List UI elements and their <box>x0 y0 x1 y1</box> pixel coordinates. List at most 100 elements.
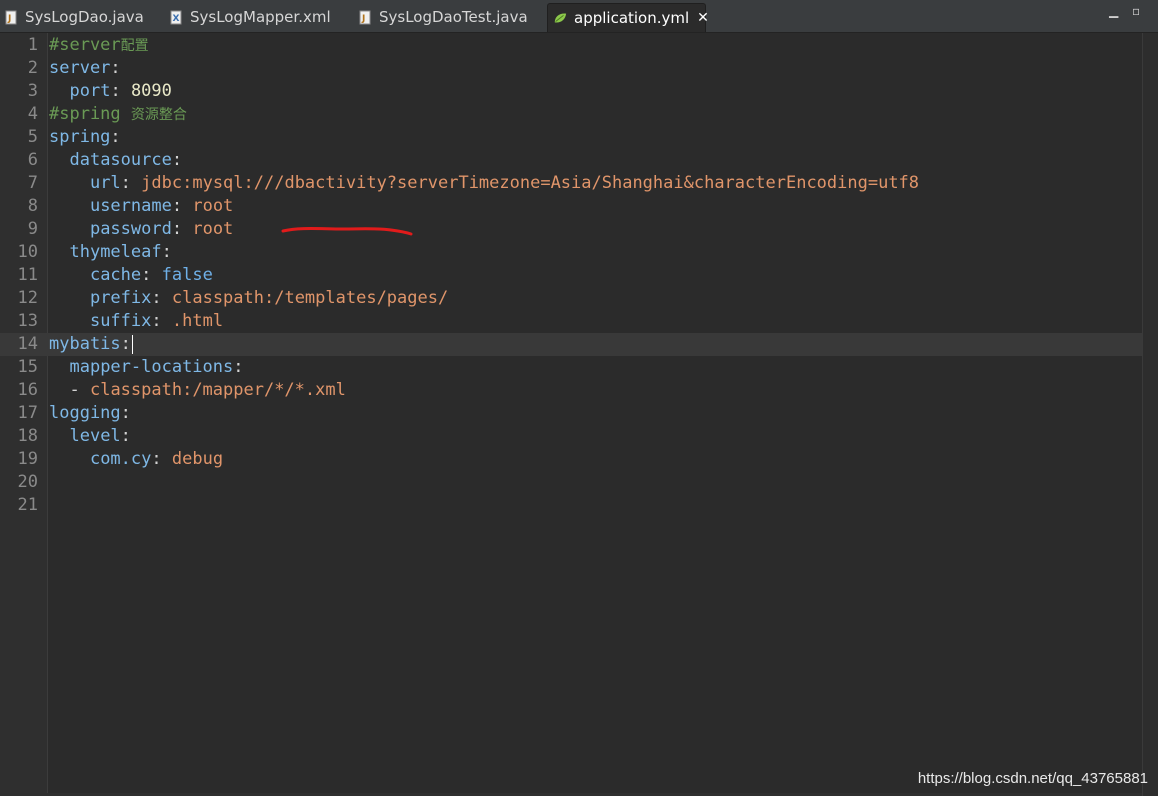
yaml-string-value: classpath:/templates/pages/ <box>171 288 449 308</box>
tab-syslogmapper-xml[interactable]: X SysLogMapper.xml <box>169 3 331 31</box>
code-line[interactable]: 16 - classpath:/mapper/*/*.xml <box>0 379 1142 402</box>
yaml-boolean-value: false <box>161 265 213 285</box>
code-line[interactable]: 8 username: root <box>0 195 1142 218</box>
code-line[interactable]: 7 url: jdbc:mysql:///dbactivity?serverTi… <box>0 172 1142 195</box>
code-line[interactable]: 2 server: <box>0 57 1142 80</box>
code-line[interactable]: 6 datasource: <box>0 149 1142 172</box>
code-text: suffix: .html <box>49 310 223 333</box>
code-line[interactable]: 9 password: root <box>0 218 1142 241</box>
line-number: 21 <box>17 495 38 515</box>
yaml-string-value: root <box>192 219 234 239</box>
yaml-key: com.cy <box>89 449 152 469</box>
colon: : <box>120 334 131 354</box>
code-line[interactable]: 10 thymeleaf: <box>0 241 1142 264</box>
svg-text:J: J <box>361 14 365 24</box>
colon: : <box>110 127 121 147</box>
code-text: password: root <box>49 218 233 241</box>
line-number: 2 <box>27 58 38 78</box>
maximize-icon[interactable]: ▫ <box>1132 4 1140 18</box>
red-underline-annotation <box>281 227 413 236</box>
code-text: mapper-locations: <box>49 356 243 379</box>
colon: : <box>151 288 162 308</box>
yaml-key: server <box>49 58 111 78</box>
yaml-key: suffix <box>89 311 152 331</box>
code-line[interactable]: 5 spring: <box>0 126 1142 149</box>
yaml-string-value: classpath:/mapper/*/*.xml <box>89 380 346 400</box>
svg-text:X: X <box>172 14 179 24</box>
vertical-scrollbar[interactable] <box>1142 33 1158 796</box>
yaml-comment-cn: 资源整合 <box>130 107 187 123</box>
line-number: 19 <box>17 449 38 469</box>
code-text: username: root <box>49 195 233 218</box>
code-line[interactable]: 15 mapper-locations: <box>0 356 1142 379</box>
line-number: 7 <box>27 173 38 193</box>
code-line[interactable]: 19 com.cy: debug <box>0 448 1142 471</box>
yaml-key: username <box>89 196 172 216</box>
line-number: 13 <box>17 311 38 331</box>
code-line[interactable]: 21 <box>0 494 1142 517</box>
line-number: 6 <box>27 150 38 170</box>
tab-application-yml[interactable]: application.yml ✕ <box>547 3 709 32</box>
yaml-comment: #server <box>49 35 121 55</box>
yaml-key: prefix <box>89 288 152 308</box>
code-editor[interactable]: 1 #server配置 2 server: 3 port: 8090 4 #spring 资… <box>0 33 1142 793</box>
colon: : <box>110 58 121 78</box>
code-text: cache: false <box>49 264 213 287</box>
code-text: #spring 资源整合 <box>49 103 187 127</box>
yaml-key: logging <box>49 403 121 423</box>
code-text: com.cy: debug <box>49 448 223 471</box>
text-caret <box>131 334 133 354</box>
yaml-string-value: debug <box>171 449 224 469</box>
colon: : <box>120 426 131 446</box>
code-line[interactable]: 18 level: <box>0 425 1142 448</box>
yaml-comment-cn: 配置 <box>120 38 149 54</box>
colon: : <box>120 173 131 193</box>
line-number: 5 <box>27 127 38 147</box>
line-number: 10 <box>17 242 38 262</box>
code-text: mybatis: <box>49 333 133 356</box>
colon: : <box>151 311 162 331</box>
spring-leaf-icon <box>553 10 567 26</box>
colon: : <box>161 242 172 262</box>
close-tab-icon[interactable]: ✕ <box>697 10 709 26</box>
code-text: level: <box>49 425 131 448</box>
colon: : <box>110 81 121 101</box>
code-line[interactable]: 4 #spring 资源整合 <box>0 103 1142 126</box>
code-line[interactable]: 12 prefix: classpath:/templates/pages/ <box>0 287 1142 310</box>
watermark: https://blog.csdn.net/qq_43765881 <box>917 770 1148 787</box>
tab-syslogdaotest-java[interactable]: J SysLogDaoTest.java <box>358 3 528 31</box>
code-line[interactable]: 13 suffix: .html <box>0 310 1142 333</box>
code-text: prefix: classpath:/templates/pages/ <box>49 287 448 310</box>
tab-label: application.yml <box>574 9 690 27</box>
code-line[interactable]: 14 mybatis: <box>0 333 1142 356</box>
minimize-icon[interactable]: ▁ <box>1109 4 1118 18</box>
svg-text:J: J <box>7 14 11 24</box>
code-line[interactable]: 11 cache: false <box>0 264 1142 287</box>
editor-tab-bar: J SysLogDao.java X SysLogMapper.xml J Sy… <box>0 0 1158 33</box>
code-line[interactable]: 17 logging: <box>0 402 1142 425</box>
code-line[interactable]: 3 port: 8090 <box>0 80 1142 103</box>
tab-syslogdao-java[interactable]: J SysLogDao.java <box>4 3 144 31</box>
line-number: 14 <box>17 334 38 354</box>
line-number: 4 <box>27 104 38 124</box>
code-line[interactable]: 1 #server配置 <box>0 34 1142 57</box>
yaml-key: spring <box>49 127 111 147</box>
line-number: 20 <box>17 472 38 492</box>
code-line[interactable]: 20 <box>0 471 1142 494</box>
yaml-key: port <box>69 81 111 101</box>
xml-file-icon: X <box>169 9 183 25</box>
line-number: 3 <box>27 81 38 101</box>
java-file-icon: J <box>4 9 18 25</box>
line-number: 12 <box>17 288 38 308</box>
